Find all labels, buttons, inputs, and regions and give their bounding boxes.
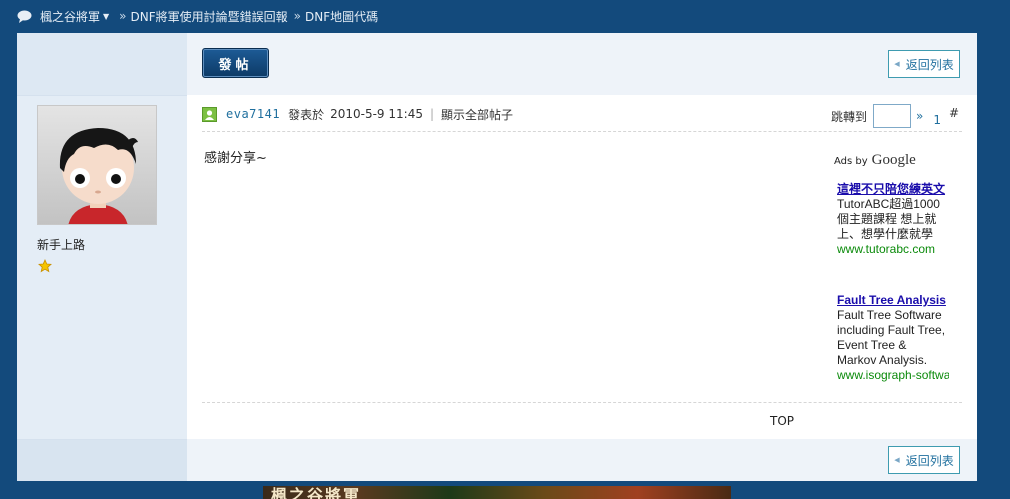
arrow-left-icon: ◀	[894, 60, 900, 68]
ads-label-prefix: Ads by	[834, 156, 868, 167]
back-to-list-label: 返回列表	[905, 453, 954, 468]
jump-input[interactable]	[873, 104, 912, 128]
breadcrumb-forum[interactable]: DNF將軍使用討論暨錯誤回報	[131, 8, 288, 25]
breadcrumb-separator: »	[293, 9, 301, 23]
author-username[interactable]: eva7141	[226, 107, 280, 121]
divider	[202, 402, 962, 403]
jump-to-floor: 跳轉到 » 1 #	[831, 104, 959, 128]
post-message: 感謝分享~	[204, 151, 267, 166]
posted-prefix: 發表於	[288, 107, 325, 122]
ad-url[interactable]: www.tutorabc.com	[837, 242, 949, 257]
speech-bubble-icon	[17, 10, 32, 23]
site-banner[interactable]: 楓之谷將軍	[263, 486, 731, 499]
author-column-footer	[17, 440, 187, 481]
back-to-list-button[interactable]: ◀ 返回列表	[888, 446, 960, 474]
thread-toolbar-bottom	[187, 439, 977, 481]
ads-label[interactable]: Ads by Google	[834, 152, 916, 169]
divider	[202, 131, 962, 132]
ads-label-brand: Google	[871, 152, 916, 168]
breadcrumb-separator: »	[119, 9, 127, 23]
user-rank: 新手上路	[37, 238, 86, 252]
back-to-top-link[interactable]: TOP	[770, 414, 794, 428]
ad-title[interactable]: 這裡不只陪您練英文	[837, 182, 949, 197]
ad-item[interactable]: 這裡不只陪您練英文 TutorABC超過1000個主題課程 想上就上、想學什麼就…	[837, 182, 949, 257]
divider	[17, 95, 187, 96]
breadcrumb-home[interactable]: 楓之谷將軍	[40, 8, 100, 25]
user-online-icon	[202, 106, 217, 122]
breadcrumb-thread[interactable]: DNF地圖代碼	[305, 8, 378, 25]
thread-toolbar-top	[187, 33, 977, 95]
author-column	[17, 33, 187, 481]
floor-number[interactable]: 1	[933, 113, 941, 127]
ad-body: Fault Tree Software including Fault Tree…	[837, 308, 946, 367]
avatar-image	[38, 106, 156, 224]
banner-text: 楓之谷將軍	[271, 486, 362, 499]
star-icon	[38, 259, 52, 273]
author-column-header	[17, 33, 187, 95]
jump-label: 跳轉到	[831, 109, 868, 124]
back-to-list-label: 返回列表	[905, 57, 954, 72]
meta-separator: |	[429, 107, 435, 121]
ad-item[interactable]: Fault Tree Analysis Fault Tree Software …	[837, 293, 949, 383]
new-post-button[interactable]: 發帖	[202, 48, 269, 78]
ad-title[interactable]: Fault Tree Analysis	[837, 293, 949, 308]
show-all-posts-link[interactable]: 顯示全部帖子	[441, 106, 513, 123]
thread-panel: 發帖 ◀ 返回列表 新手上路 eva7141 發表於 2010-5-9 11:4…	[17, 33, 977, 481]
permalink-hash[interactable]: #	[949, 106, 959, 120]
jump-go-button[interactable]: »	[916, 109, 923, 123]
breadcrumb: 楓之谷將軍 ▼ » DNF將軍使用討論暨錯誤回報 » DNF地圖代碼	[0, 0, 1010, 32]
post-datetime: 2010-5-9 11:45	[330, 107, 423, 121]
arrow-left-icon: ◀	[894, 456, 900, 464]
ad-body: TutorABC超過1000個主題課程 想上就上、想學什麼就學	[837, 197, 940, 241]
avatar[interactable]	[37, 105, 157, 225]
chevron-down-icon[interactable]: ▼	[103, 12, 109, 21]
ad-url[interactable]: www.isograph-software.com	[837, 368, 949, 383]
back-to-list-button[interactable]: ◀ 返回列表	[888, 50, 960, 78]
post-meta: eva7141 發表於 2010-5-9 11:45 | 顯示全部帖子	[202, 105, 513, 123]
